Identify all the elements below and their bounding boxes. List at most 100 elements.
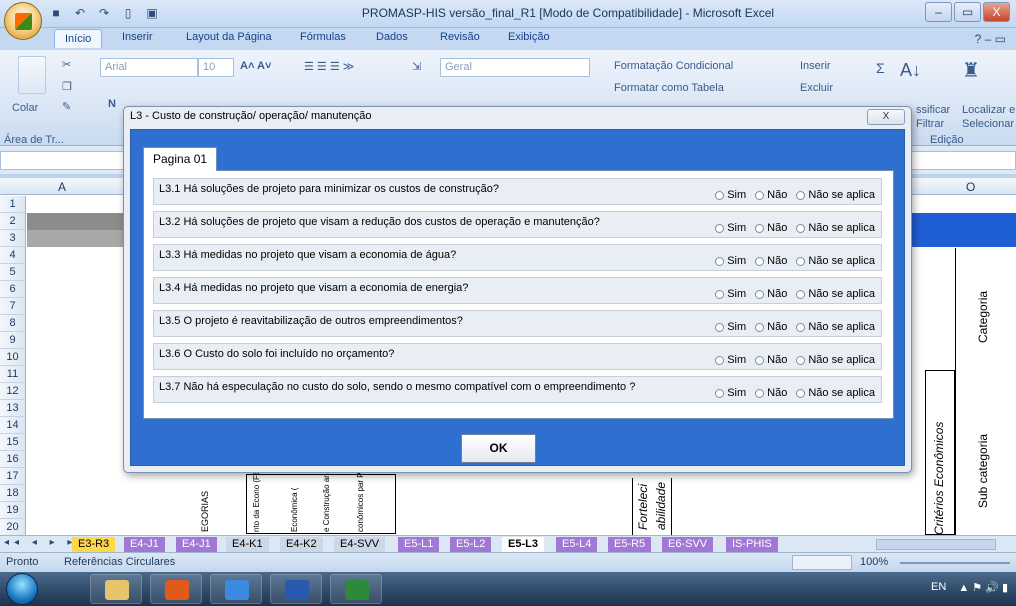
sheet-tab-e3-r3[interactable]: E3-R3 (72, 537, 116, 552)
row-header[interactable]: 14 (0, 417, 26, 434)
option-sim[interactable]: Sim (715, 255, 746, 267)
option-nao-se-aplica[interactable]: Não se aplica (796, 321, 875, 333)
row-header[interactable]: 16 (0, 451, 26, 468)
row-header[interactable]: 6 (0, 281, 26, 298)
radio-button[interactable] (715, 322, 725, 332)
option-nao[interactable]: Não (755, 255, 787, 267)
option-nao-se-aplica[interactable]: Não se aplica (796, 288, 875, 300)
tab-formulas[interactable]: Fórmulas (300, 31, 346, 43)
tray-icons[interactable]: ▲ ⚑ 🔊 ▮ (958, 581, 1008, 594)
row-header[interactable]: 18 (0, 485, 26, 502)
row-header[interactable]: 17 (0, 468, 26, 485)
column-header-a[interactable]: A (58, 180, 66, 194)
insert-cells-button[interactable]: Inserir (800, 60, 831, 72)
option-sim[interactable]: Sim (715, 189, 746, 201)
filter-label[interactable]: Filtrar (916, 118, 944, 130)
radio-button[interactable] (796, 190, 806, 200)
sheet-tab-e5-l3[interactable]: E5-L3 (502, 537, 544, 552)
tab-inserir[interactable]: Inserir (122, 31, 153, 43)
find-select-label-2[interactable]: Selecionar (962, 118, 1014, 130)
option-nao-se-aplica[interactable]: Não se aplica (796, 387, 875, 399)
radio-button[interactable] (715, 289, 725, 299)
dialog-close-button[interactable]: X (867, 109, 905, 125)
taskbar-ie[interactable] (210, 574, 262, 604)
paste-icon[interactable] (18, 56, 46, 94)
tab-inicio[interactable]: Início (54, 29, 103, 48)
option-nao[interactable]: Não (755, 354, 787, 366)
option-sim[interactable]: Sim (715, 387, 746, 399)
zoom-slider[interactable] (900, 562, 1010, 564)
row-header[interactable]: 20 (0, 519, 26, 536)
row-header[interactable]: 1 (0, 196, 26, 213)
radio-button[interactable] (755, 388, 765, 398)
option-sim[interactable]: Sim (715, 321, 746, 333)
taskbar-media[interactable] (150, 574, 202, 604)
taskbar-explorer[interactable] (90, 574, 142, 604)
row-header[interactable]: 4 (0, 247, 26, 264)
option-sim[interactable]: Sim (715, 288, 746, 300)
row-header[interactable]: 3 (0, 230, 26, 247)
row-header[interactable]: 15 (0, 434, 26, 451)
option-sim[interactable]: Sim (715, 354, 746, 366)
row-header[interactable]: 19 (0, 502, 26, 519)
sheet-tab-e6-svv[interactable]: E6-SVV (662, 537, 714, 552)
maximize-button[interactable]: ▭ (954, 2, 981, 22)
sheet-tab-e5-l2[interactable]: E5-L2 (450, 537, 492, 552)
office-button[interactable] (4, 2, 42, 40)
find-icon[interactable]: ♜ (962, 58, 980, 83)
radio-button[interactable] (715, 190, 725, 200)
sheet-tab-e4-k1[interactable]: E4-K1 (226, 537, 269, 552)
minimize-button[interactable]: – (925, 2, 952, 22)
radio-button[interactable] (796, 322, 806, 332)
tab-layout[interactable]: Layout da Página (186, 31, 272, 43)
tab-pagina-01[interactable]: Pagina 01 (143, 147, 218, 171)
view-buttons[interactable] (792, 555, 852, 570)
number-format-box[interactable]: Geral (440, 58, 590, 77)
radio-button[interactable] (715, 388, 725, 398)
sheet-tab-e4-k2[interactable]: E4-K2 (280, 537, 323, 552)
tab-revisao[interactable]: Revisão (440, 31, 480, 43)
format-painter-icon[interactable]: ✎ (62, 100, 71, 113)
radio-button[interactable] (796, 388, 806, 398)
sum-icon[interactable]: Σ (876, 60, 885, 76)
sheet-tab-e5-l1[interactable]: E5-L1 (398, 537, 440, 552)
radio-button[interactable] (755, 322, 765, 332)
taskbar-word[interactable] (270, 574, 322, 604)
font-size-box[interactable]: 10 (198, 58, 234, 77)
sheet-tab-e4-svv[interactable]: E4-SVV (334, 537, 386, 552)
delete-cells-button[interactable]: Excluir (800, 82, 833, 94)
horizontal-scrollbar[interactable] (876, 539, 996, 550)
radio-button[interactable] (755, 289, 765, 299)
row-header[interactable]: 12 (0, 383, 26, 400)
radio-button[interactable] (755, 355, 765, 365)
radio-button[interactable] (796, 223, 806, 233)
close-window-button[interactable]: X (983, 2, 1010, 22)
row-header[interactable]: 11 (0, 366, 26, 383)
row-header[interactable]: 7 (0, 298, 26, 315)
align-icon[interactable]: ☰ ☰ ☰ ≫ (304, 60, 354, 73)
row-header[interactable]: 13 (0, 400, 26, 417)
paste-button[interactable]: Colar (12, 102, 38, 114)
sheet-tab-e4-j1-2[interactable]: E4-J1 (176, 537, 217, 552)
option-nao[interactable]: Não (755, 321, 787, 333)
radio-button[interactable] (796, 355, 806, 365)
option-nao[interactable]: Não (755, 189, 787, 201)
sort-filter-icon[interactable]: A↓ (900, 60, 921, 81)
tab-dados[interactable]: Dados (376, 31, 408, 43)
format-as-table-button[interactable]: Formatar como Tabela (614, 82, 724, 94)
row-header[interactable]: 2 (0, 213, 26, 230)
conditional-formatting-button[interactable]: Formatação Condicional (614, 60, 733, 72)
option-nao[interactable]: Não (755, 222, 787, 234)
help-icon[interactable]: ? – ▭ (975, 32, 1006, 46)
radio-button[interactable] (715, 256, 725, 266)
start-button[interactable] (6, 573, 38, 605)
wrap-text-icon[interactable]: ⇲ (412, 60, 421, 73)
language-indicator[interactable]: EN (931, 581, 946, 594)
radio-button[interactable] (796, 289, 806, 299)
radio-button[interactable] (715, 355, 725, 365)
taskbar-excel[interactable] (330, 574, 382, 604)
option-nao[interactable]: Não (755, 387, 787, 399)
cut-icon[interactable]: ✂ (62, 58, 71, 71)
ok-button[interactable]: OK (461, 434, 536, 463)
font-name-box[interactable]: Arial (100, 58, 198, 77)
